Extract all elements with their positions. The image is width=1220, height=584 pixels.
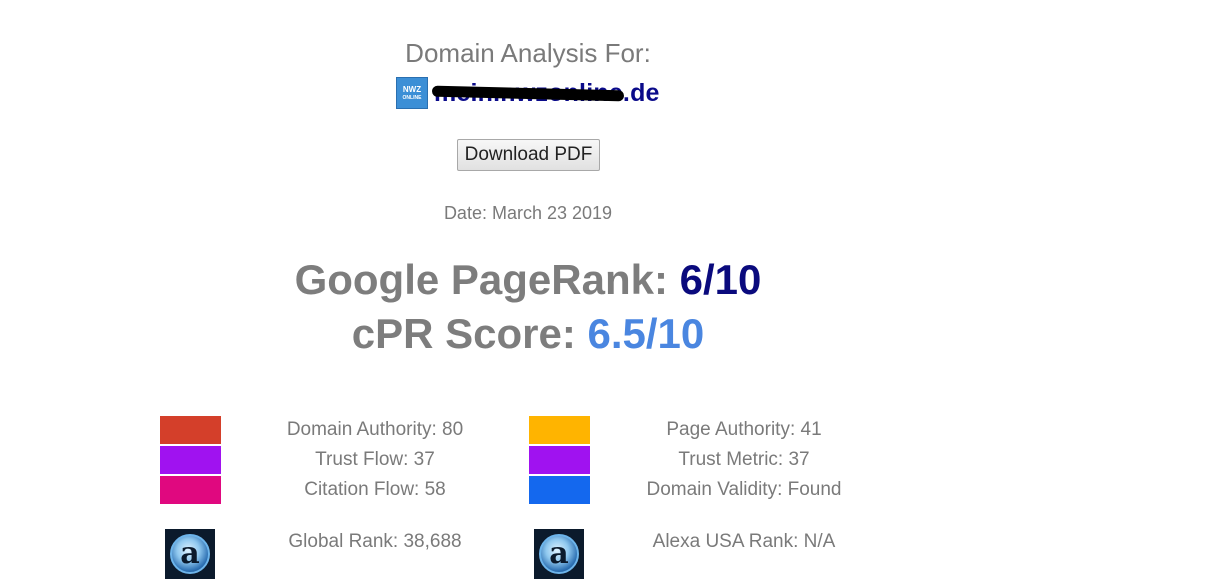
trust-flow-metric: Trust Flow: 37 (315, 449, 435, 470)
cpr-label: cPR Score: (351, 310, 588, 357)
global-rank-metric: Global Rank: 38,688 (288, 531, 462, 552)
pagerank-line: Google PageRank: 6/10 (228, 256, 828, 304)
domain-validity-metric: Domain Validity: Found (646, 479, 842, 500)
citation-flow-metric: Citation Flow: 58 (304, 479, 446, 500)
cpr-value: 6.5/10 (587, 310, 705, 357)
logo-text-top: NWZ (402, 84, 422, 94)
trust-flow-swatch (160, 446, 221, 474)
domain-link-wrap[interactable]: mein.nwzonline.de (431, 79, 660, 108)
domain-authority-metric: Domain Authority: 80 (286, 419, 464, 440)
alexa-usa-rank-metric: Alexa USA Rank: N/A (652, 531, 836, 552)
domain-row: NWZ ONLINE mein.nwzonline.de (396, 76, 660, 110)
trust-metric-swatch (529, 446, 590, 474)
page-authority-metric: Page Authority: 41 (666, 419, 822, 440)
alexa-glyph: a (539, 534, 579, 574)
alexa-usa-icon: a (534, 529, 584, 579)
cpr-line: cPR Score: 6.5/10 (228, 310, 828, 358)
domain-validity-swatch (529, 476, 590, 504)
download-pdf-button[interactable]: Download PDF (457, 139, 600, 171)
logo-text-bottom: ONLINE (402, 94, 422, 101)
pagerank-value: 6/10 (679, 256, 762, 303)
alexa-global-icon: a (165, 529, 215, 579)
alexa-glyph: a (170, 534, 210, 574)
page-authority-swatch (529, 416, 590, 444)
citation-flow-swatch (160, 476, 221, 504)
nwz-logo-icon: NWZ ONLINE (396, 77, 428, 109)
report-date: Date: March 23 2019 (443, 203, 613, 223)
pagerank-label: Google PageRank: (294, 256, 680, 303)
domain-authority-swatch (160, 416, 221, 444)
trust-metric-metric: Trust Metric: 37 (678, 449, 810, 470)
analysis-heading: Domain Analysis For: (405, 38, 651, 68)
